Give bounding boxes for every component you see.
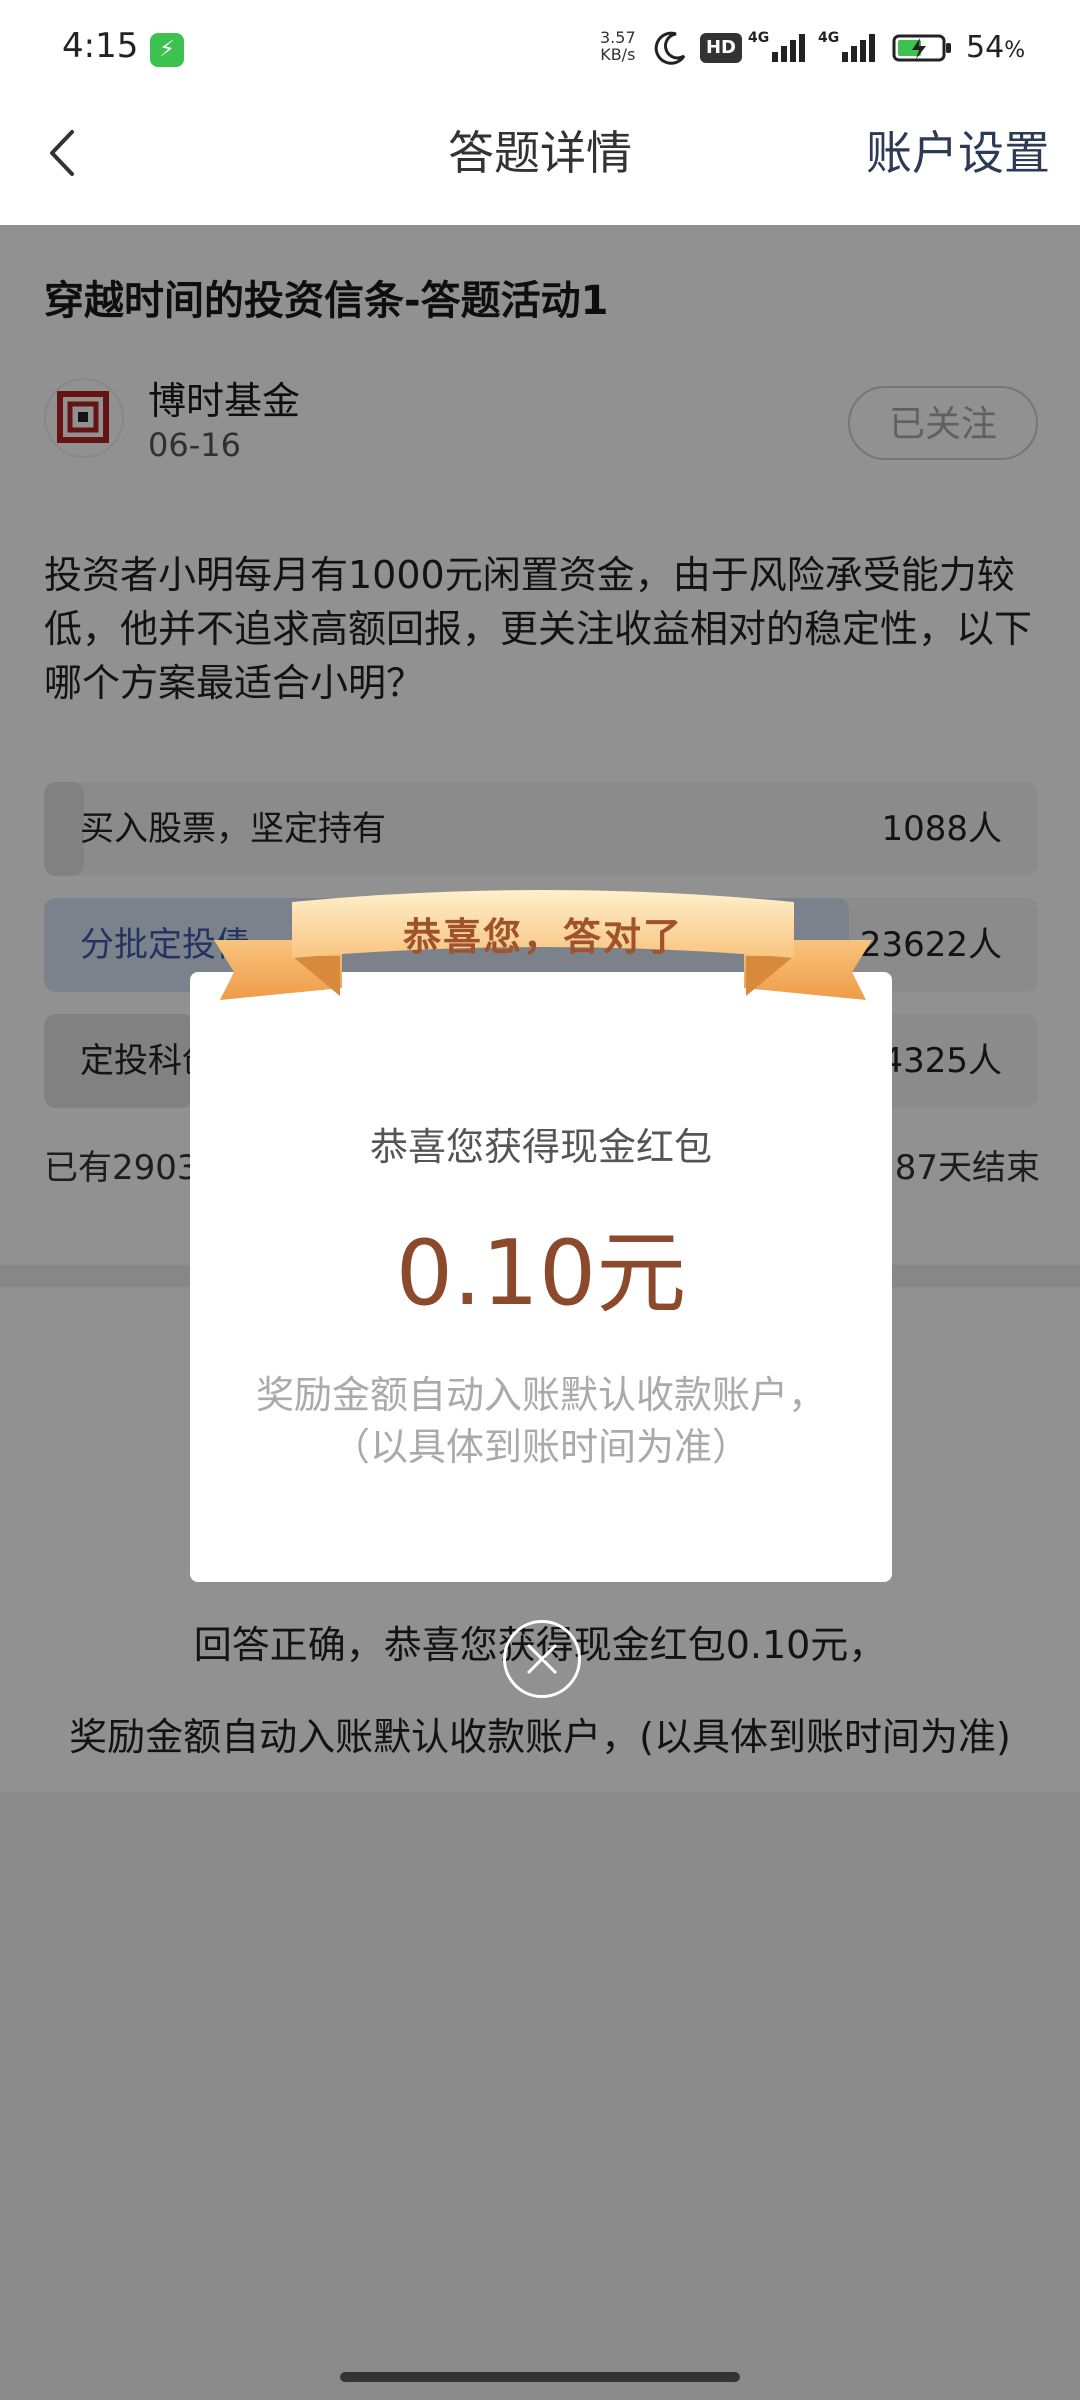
battery-percent-suffix: %	[1004, 38, 1026, 63]
signal-icon: 4G	[818, 30, 875, 62]
battery-icon	[892, 34, 951, 62]
battery-percent-value: 54	[966, 30, 1005, 65]
signal-network-label: 4G	[818, 30, 839, 46]
reward-amount: 0.10元	[395, 1221, 687, 1326]
moon-icon	[654, 31, 686, 65]
network-speed: 3.57 KB/s	[600, 29, 636, 63]
close-circle-icon[interactable]	[503, 1620, 581, 1698]
home-indicator[interactable]	[340, 2372, 740, 2382]
network-speed-value: 3.57	[600, 28, 636, 47]
modal-subtitle: 恭喜您获得现金红包	[369, 1125, 712, 1169]
signal-icon: 4G	[748, 30, 805, 62]
hd-badge: HD	[700, 33, 742, 63]
status-time: 4:15	[62, 26, 139, 66]
network-speed-unit: KB/s	[600, 45, 636, 64]
lightning-icon: ⚡	[150, 33, 184, 67]
battery-percent: 54%	[966, 30, 1025, 65]
modal-title: 恭喜您，答对了	[402, 915, 683, 959]
modal-note: 奖励金额自动入账默认收款账户，	[255, 1373, 826, 1417]
account-settings-link[interactable]: 账户设置	[866, 118, 1050, 188]
modal-note: （以具体到账时间为准）	[331, 1425, 750, 1469]
signal-network-label: 4G	[748, 30, 769, 46]
